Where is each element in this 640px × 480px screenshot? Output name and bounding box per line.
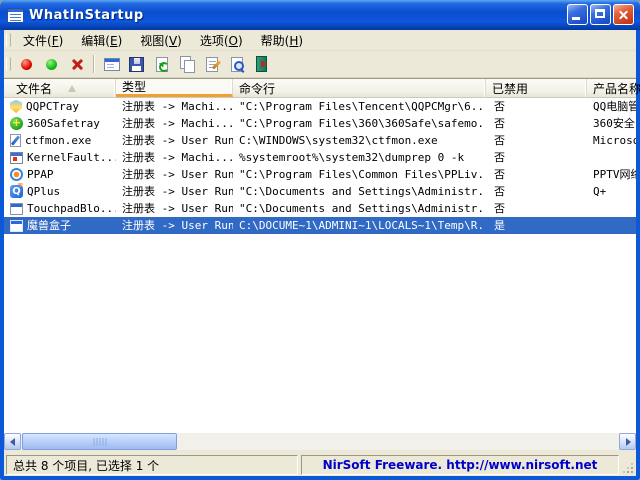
menubar-grip[interactable] bbox=[6, 33, 11, 47]
menu-file[interactable]: 文件(F) bbox=[14, 30, 72, 51]
table-row[interactable]: PPAP 注册表 -> User Run "C:\Program Files\C… bbox=[4, 166, 636, 183]
scrollbar-track[interactable] bbox=[21, 433, 619, 450]
menu-options[interactable]: 选项(O) bbox=[191, 30, 252, 51]
menu-help[interactable]: 帮助(H) bbox=[252, 30, 312, 51]
sort-ascending-icon bbox=[68, 85, 76, 92]
kernel-fault-icon bbox=[10, 152, 23, 164]
save-button[interactable] bbox=[124, 53, 149, 76]
maximize-button[interactable] bbox=[590, 4, 611, 25]
disable-red-dot-icon bbox=[21, 59, 32, 70]
minimize-button[interactable] bbox=[567, 4, 588, 25]
client-area: 文件(F) 编辑(E) 视图(V) 选项(O) 帮助(H) 文件名 类型 命令 bbox=[4, 30, 636, 476]
table-row[interactable]: QQPCTray 注册表 -> Machi... "C:\Program Fil… bbox=[4, 98, 636, 115]
menu-bar: 文件(F) 编辑(E) 视图(V) 选项(O) 帮助(H) bbox=[4, 30, 636, 51]
table-row[interactable]: 360Safetray 注册表 -> Machi... "C:\Program … bbox=[4, 115, 636, 132]
column-header-disabled[interactable]: 已禁用 bbox=[486, 79, 587, 97]
titlebar: WhatInStartup bbox=[0, 0, 640, 30]
column-header-filename[interactable]: 文件名 bbox=[4, 79, 116, 97]
table-row[interactable]: KernelFault... 注册表 -> Machi... %systemro… bbox=[4, 149, 636, 166]
qplus-icon: Q bbox=[10, 185, 23, 198]
window-controls bbox=[565, 4, 634, 25]
refresh-icon bbox=[156, 57, 168, 72]
delete-item-button[interactable] bbox=[64, 53, 89, 76]
properties-button[interactable] bbox=[199, 53, 224, 76]
enable-green-dot-icon bbox=[46, 59, 57, 70]
status-items-summary: 总共 8 个项目, 已选择 1 个 bbox=[6, 455, 298, 475]
horizontal-scrollbar[interactable] bbox=[4, 433, 636, 450]
360-safe-icon bbox=[10, 117, 23, 130]
nirsoft-freeware-link[interactable]: NirSoft Freeware. http://www.nirsoft.net bbox=[301, 455, 619, 475]
table-row[interactable]: QQPlus 注册表 -> User Run "C:\Documents and… bbox=[4, 183, 636, 200]
window-icon bbox=[10, 220, 23, 232]
status-bar: 总共 8 个项目, 已选择 1 个 NirSoft Freeware. http… bbox=[4, 454, 636, 476]
menu-edit[interactable]: 编辑(E) bbox=[72, 30, 131, 51]
column-header-command[interactable]: 命令行 bbox=[233, 79, 486, 97]
table-row[interactable]: ctfmon.exe 注册表 -> User Run C:\WINDOWS\sy… bbox=[4, 132, 636, 149]
properties-window-icon bbox=[104, 58, 120, 71]
scroll-left-button[interactable] bbox=[4, 433, 21, 450]
menu-view[interactable]: 视图(V) bbox=[131, 30, 191, 51]
window-icon bbox=[10, 203, 23, 215]
pptv-icon bbox=[10, 168, 23, 181]
column-header-product[interactable]: 产品名称 bbox=[587, 79, 640, 97]
startup-items-list: 文件名 类型 命令行 已禁用 产品名称 QQPCTray 注册表 -> Mach… bbox=[4, 78, 636, 450]
exit-button[interactable] bbox=[249, 53, 274, 76]
column-header-type[interactable]: 类型 bbox=[116, 79, 233, 97]
scrollbar-grip-icon bbox=[93, 438, 106, 446]
scroll-left-arrow-icon bbox=[10, 438, 15, 446]
app-icon bbox=[7, 8, 24, 23]
find-button[interactable] bbox=[224, 53, 249, 76]
window-title: WhatInStartup bbox=[29, 8, 144, 23]
copy-button[interactable] bbox=[174, 53, 199, 76]
maximize-icon bbox=[595, 9, 605, 18]
save-floppy-icon bbox=[129, 57, 144, 72]
exit-door-icon bbox=[256, 56, 267, 72]
toolbar bbox=[4, 51, 636, 78]
app-window: WhatInStartup 文件(F) 编辑(E) 视图(V) 选项(O) 帮助… bbox=[0, 0, 640, 480]
find-icon bbox=[231, 57, 243, 72]
table-row[interactable]: TouchpadBlo... 注册表 -> User Run "C:\Docum… bbox=[4, 200, 636, 217]
resize-grip[interactable] bbox=[622, 455, 634, 475]
toolbar-grip[interactable] bbox=[6, 57, 11, 71]
scrollbar-thumb[interactable] bbox=[22, 433, 177, 450]
disable-item-button[interactable] bbox=[14, 53, 39, 76]
enable-item-button[interactable] bbox=[39, 53, 64, 76]
properties-sheet-icon bbox=[206, 57, 218, 72]
scroll-right-button[interactable] bbox=[619, 433, 636, 450]
copy-icon bbox=[179, 56, 195, 72]
list-rows: QQPCTray 注册表 -> Machi... "C:\Program Fil… bbox=[4, 98, 636, 434]
scroll-right-arrow-icon bbox=[626, 438, 631, 446]
qq-shield-icon bbox=[10, 100, 22, 113]
toolbar-separator bbox=[93, 55, 95, 73]
minimize-icon bbox=[572, 17, 580, 20]
properties-window-button[interactable] bbox=[99, 53, 124, 76]
delete-x-icon bbox=[70, 57, 84, 71]
ctfmon-pen-icon bbox=[10, 134, 21, 147]
table-row-selected[interactable]: 魔兽盒子 注册表 -> User Run C:\DOCUME~1\ADMINI~… bbox=[4, 217, 636, 234]
list-header: 文件名 类型 命令行 已禁用 产品名称 bbox=[4, 79, 636, 98]
close-button[interactable] bbox=[613, 4, 634, 25]
refresh-button[interactable] bbox=[149, 53, 174, 76]
